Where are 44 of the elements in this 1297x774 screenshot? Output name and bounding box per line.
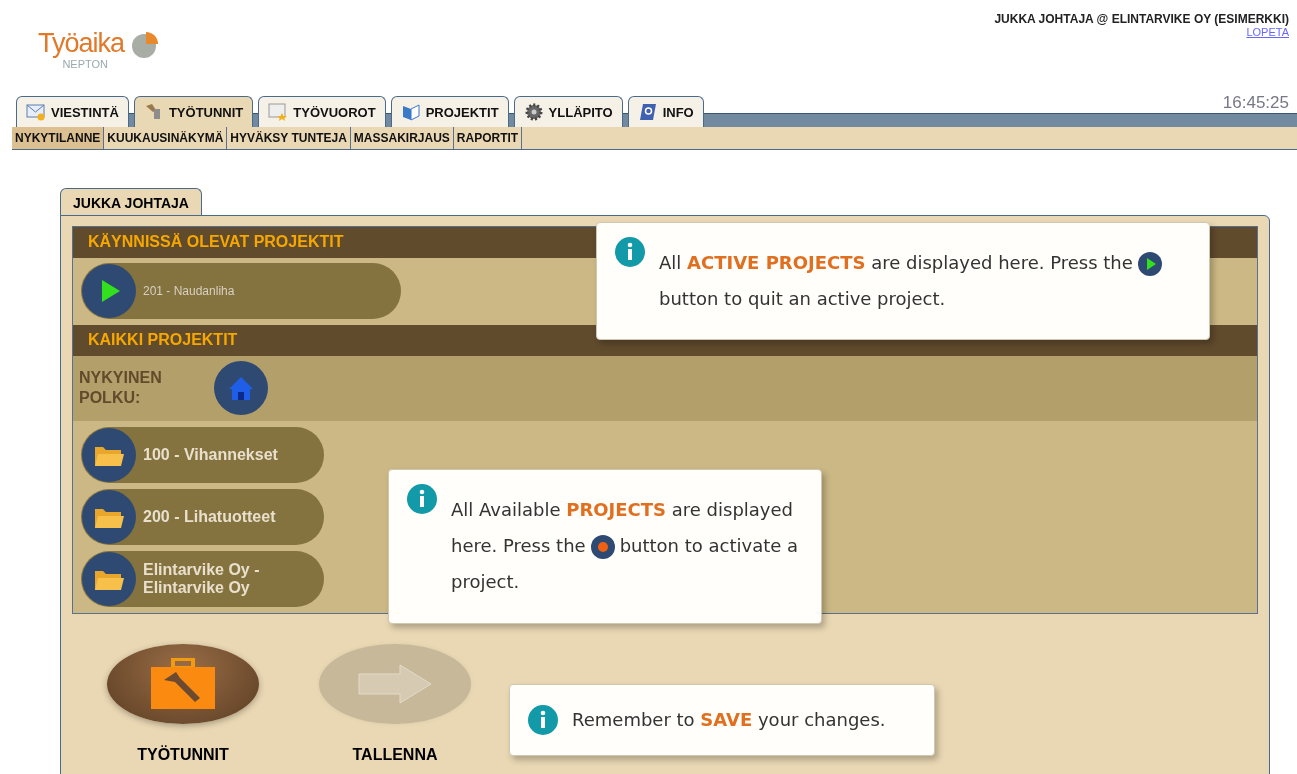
button-caption: TYÖTUNNIT — [137, 746, 229, 764]
subnav-tab[interactable]: RAPORTIT — [453, 127, 523, 149]
logo-subtitle: NEPTON — [62, 58, 109, 70]
gear-icon — [523, 103, 544, 121]
panel-tab[interactable]: JUKKA JOHTAJA — [60, 188, 202, 216]
tooltip-text: Remember to SAVE your changes. — [572, 708, 886, 732]
subnav-tab[interactable]: NYKYTILANNE — [12, 127, 105, 149]
play-icon — [81, 263, 137, 319]
nav-tab[interactable]: YLLÄPITO — [513, 96, 623, 127]
envelope-icon — [26, 103, 46, 121]
nav-tab[interactable]: TYÖTUNNIT — [133, 96, 254, 127]
pie-chart-icon — [130, 30, 161, 60]
folder-icon — [81, 427, 137, 483]
project-button[interactable]: 100 - Vihannekset — [81, 427, 324, 483]
nav-tab[interactable]: PROJEKTIT — [390, 96, 509, 127]
hours-button[interactable] — [107, 644, 259, 724]
tooltip-text: All Available PROJECTS are displayed here. Press the button to activate a project. — [451, 498, 800, 594]
subnav-tab[interactable]: MASSAKIRJAUS — [350, 127, 454, 149]
logo-name: Työaika — [38, 28, 125, 58]
info-icon — [528, 705, 558, 735]
project-button[interactable]: 200 - Lihatuotteet — [81, 489, 324, 545]
project-button[interactable]: Elintarvike Oy - Elintarvike Oy — [81, 551, 324, 607]
toolbox-icon — [150, 658, 216, 710]
path-label: NYKYINEN POLKU: — [79, 368, 163, 408]
info-icon — [615, 237, 645, 267]
calendar-icon — [268, 103, 289, 121]
home-icon[interactable] — [213, 360, 269, 416]
nav-tab[interactable]: VIESTINTÄ — [16, 96, 129, 127]
arrow-icon — [358, 664, 432, 704]
subnav-tab[interactable]: HYVÄKSY TUNTEJA — [227, 127, 351, 149]
help-book-icon — [637, 103, 658, 121]
nav-tab[interactable]: TYÖVUOROT — [258, 96, 386, 127]
button-caption: TALLENNA — [352, 746, 438, 764]
book-icon — [400, 103, 421, 121]
nav-tab[interactable]: INFO — [627, 96, 704, 127]
subnav-tab[interactable]: KUUKAUSINÄKYMÄ — [104, 127, 228, 149]
user-label: JUKKA JOHTAJA @ ELINTARVIKE OY (ESIMERKKI) — [994, 12, 1289, 26]
clock: 16:45:25 — [1222, 93, 1290, 114]
play-icon — [1136, 251, 1163, 277]
logout-link[interactable]: LOPETA — [1246, 26, 1289, 38]
info-icon — [407, 484, 437, 514]
folder-icon — [81, 489, 137, 545]
record-icon — [589, 534, 616, 560]
folder-icon — [81, 551, 137, 607]
